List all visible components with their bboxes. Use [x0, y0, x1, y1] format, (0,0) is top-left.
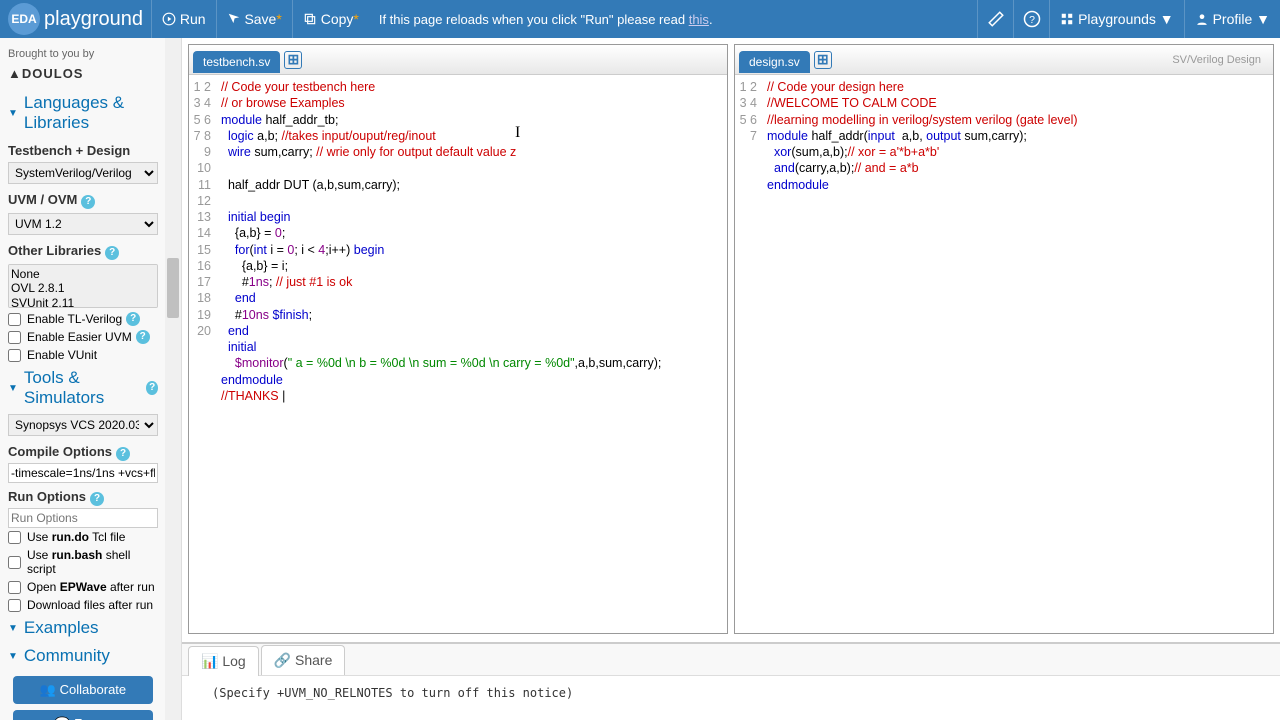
uvm-select[interactable]: UVM 1.2 [8, 213, 158, 235]
help-icon[interactable]: ? [81, 195, 95, 209]
enable-easier-uvm-checkbox[interactable] [8, 331, 21, 344]
other-libraries-select[interactable]: NoneOVL 2.8.1SVUnit 2.11 [8, 264, 158, 308]
download-after-checkbox[interactable] [8, 599, 21, 612]
reload-link[interactable]: this [689, 12, 709, 27]
sidebar: Brought to you by ▲DOULOS Languages & Li… [0, 38, 182, 720]
help-icon[interactable]: ? [126, 312, 140, 326]
design-tab[interactable]: design.sv [739, 51, 810, 73]
top-bar: EDA playground Run Save* Copy* If this p… [0, 0, 1280, 38]
help-icon[interactable]: ? [116, 447, 130, 461]
doulos-logo[interactable]: ▲DOULOS [8, 64, 158, 89]
testbench-design-select[interactable]: SystemVerilog/Verilog [8, 162, 158, 184]
other-libraries-label: Other Libraries? [8, 237, 158, 262]
playgrounds-menu[interactable]: Playgrounds ▼ [1049, 0, 1183, 38]
collaborate-button[interactable]: 👥 Collaborate [13, 676, 153, 704]
testbench-design-label: Testbench + Design [8, 137, 158, 160]
add-tab-button[interactable]: ⊞ [814, 51, 832, 69]
language-label: SV/Verilog Design [1172, 54, 1269, 66]
tools-simulators-header[interactable]: Tools & Simulators? [8, 364, 158, 412]
enable-tl-verilog-checkbox[interactable] [8, 313, 21, 326]
design-editor: design.sv ⊞ SV/Verilog Design 1 2 3 4 5 … [734, 44, 1274, 634]
testbench-editor: testbench.sv ⊞ 1 2 3 4 5 6 7 8 9 10 11 1… [188, 44, 728, 634]
logo-icon: EDA [8, 3, 40, 35]
help-icon[interactable]: ? [105, 246, 119, 260]
help-icon[interactable]: ? [136, 330, 150, 344]
logo[interactable]: EDA playground [0, 3, 151, 35]
help-icon-button[interactable]: ? [1013, 0, 1049, 38]
compile-options-input[interactable] [8, 463, 158, 483]
bottom-panel: 📊 Log 🔗 Share (Specify +UVM_NO_RELNOTES … [182, 642, 1280, 720]
svg-text:?: ? [1029, 14, 1035, 26]
forum-button[interactable]: 💬 Forum [13, 710, 153, 720]
run-options-input[interactable] [8, 508, 158, 528]
use-runbash-checkbox[interactable] [8, 556, 21, 569]
languages-libraries-header[interactable]: Languages & Libraries [8, 89, 158, 137]
sidebar-scrollbar[interactable] [165, 38, 181, 720]
use-rundo-checkbox[interactable] [8, 531, 21, 544]
save-button[interactable]: Save* [216, 0, 292, 38]
open-epwave-checkbox[interactable] [8, 581, 21, 594]
help-icon[interactable]: ? [146, 381, 158, 395]
run-options-label: Run Options? [8, 483, 158, 508]
enable-vunit-checkbox[interactable] [8, 349, 21, 362]
design-code[interactable]: 1 2 3 4 5 6 7 // Code your design here /… [735, 75, 1273, 633]
help-icon[interactable]: ? [90, 492, 104, 506]
reload-message: If this page reloads when you click "Run… [369, 12, 977, 27]
testbench-tab[interactable]: testbench.sv [193, 51, 280, 73]
share-tab[interactable]: 🔗 Share [261, 645, 346, 675]
text-cursor-icon: I [515, 123, 520, 144]
copy-button[interactable]: Copy* [292, 0, 369, 38]
examples-header[interactable]: Examples [8, 614, 158, 642]
tool-select[interactable]: Synopsys VCS 2020.03 [8, 414, 158, 436]
compile-options-label: Compile Options? [8, 438, 158, 463]
brought-by-label: Brought to you by [8, 44, 158, 64]
run-button[interactable]: Run [151, 0, 216, 38]
edit-icon-button[interactable] [977, 0, 1013, 38]
log-content: (Specify +UVM_NO_RELNOTES to turn off th… [182, 676, 1280, 710]
logo-text: playground [44, 8, 143, 31]
profile-menu[interactable]: Profile ▼ [1184, 0, 1280, 38]
uvm-ovm-label: UVM / OVM? [8, 186, 158, 211]
testbench-code[interactable]: 1 2 3 4 5 6 7 8 9 10 11 12 13 14 15 16 1… [189, 75, 727, 633]
community-header[interactable]: Community [8, 642, 158, 670]
add-tab-button[interactable]: ⊞ [284, 51, 302, 69]
log-tab[interactable]: 📊 Log [188, 646, 259, 676]
